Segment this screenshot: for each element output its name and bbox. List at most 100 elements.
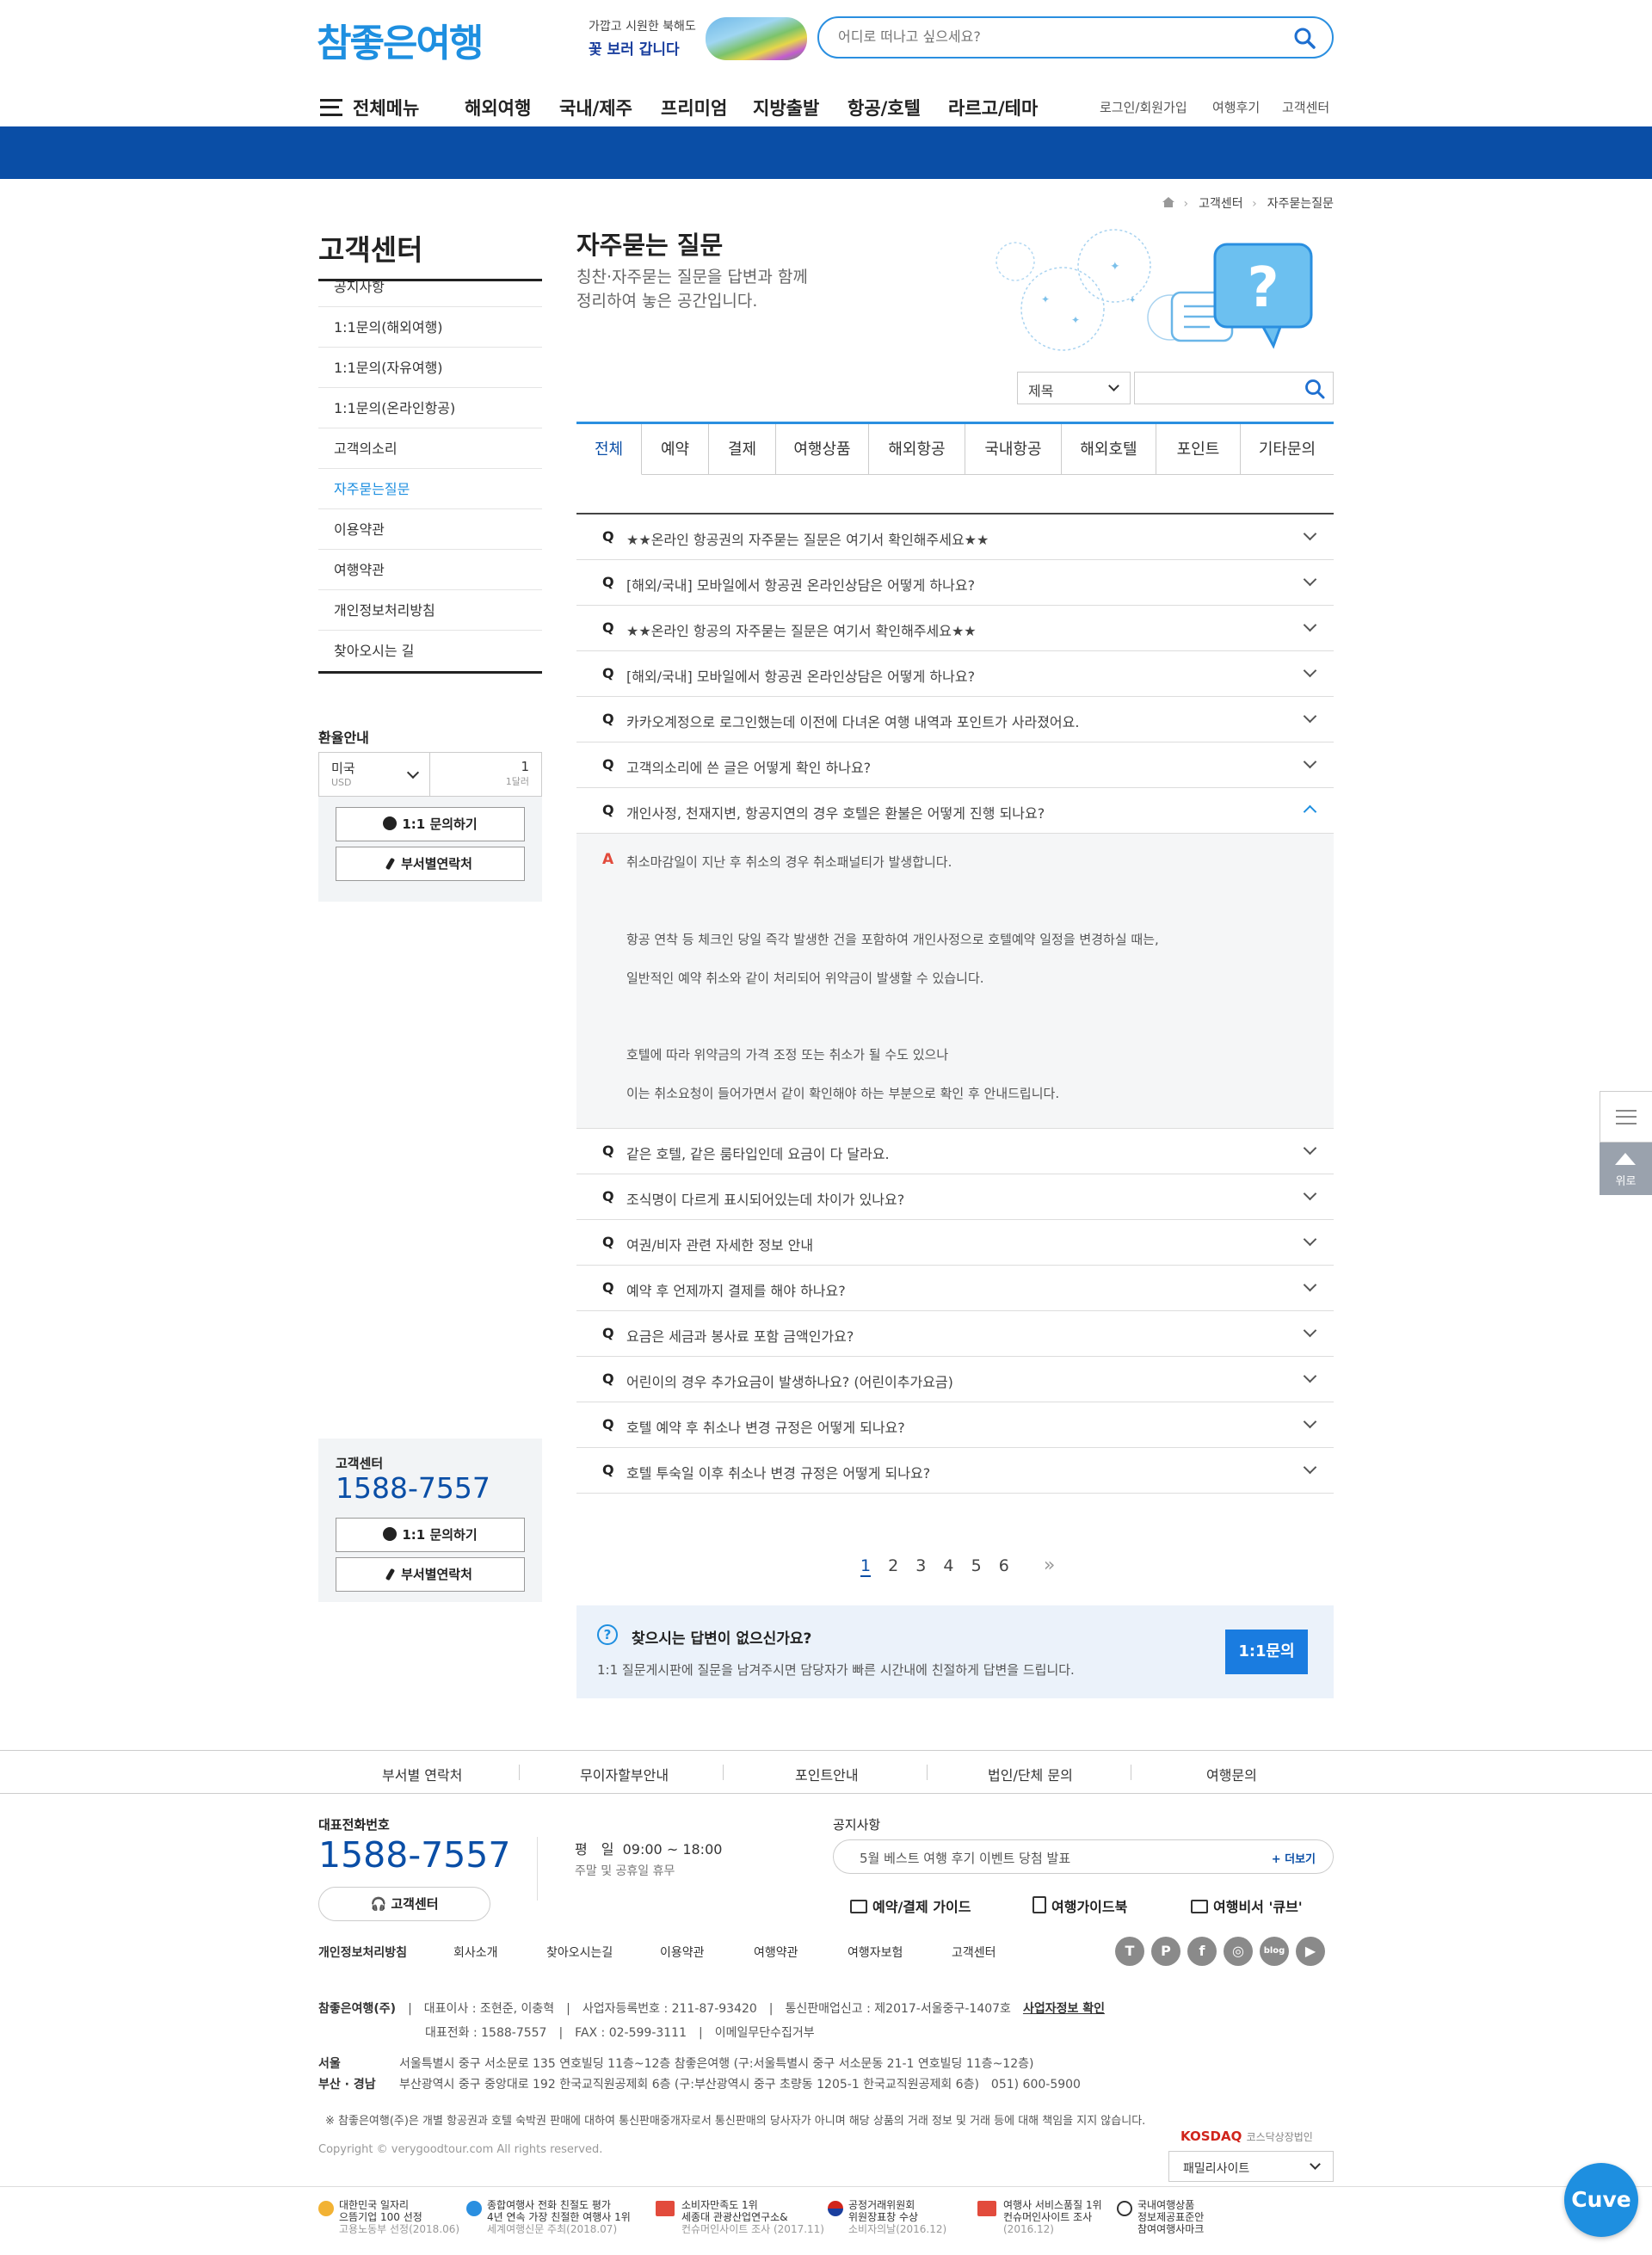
nav-largo-theme[interactable]: 라르고/테마: [948, 95, 1038, 120]
sidebar-item-directions[interactable]: 찾아오시는 길: [318, 631, 542, 671]
customer-center-link[interactable]: 고객센터: [1282, 98, 1329, 116]
faq-item[interactable]: Q 호텔 투숙일 이후 취소나 변경 규정은 어떻게 되나요?: [576, 1448, 1334, 1494]
nav-local-departure[interactable]: 지방출발: [753, 95, 819, 120]
faq-item[interactable]: Q 고객의소리에 쓴 글은 어떻게 확인 하나요?: [576, 742, 1334, 788]
faq-item[interactable]: Q ★★온라인 항공권의 자주묻는 질문은 여기서 확인해주세요★★: [576, 514, 1334, 560]
tab-overseas-air[interactable]: 해외항공: [869, 424, 965, 475]
rep-phone-label: 대표전화번호: [318, 1817, 390, 1833]
tab-domestic-air[interactable]: 국내항공: [965, 424, 1062, 475]
chat-bubble-icon: [1191, 1900, 1208, 1913]
family-site-select[interactable]: 패밀리사이트: [1168, 2151, 1334, 2182]
home-icon[interactable]: [1162, 197, 1175, 207]
award-icon: [977, 2201, 996, 2216]
facebook-icon[interactable]: f: [1187, 1937, 1217, 1966]
scroll-top-button[interactable]: 위로: [1600, 1143, 1652, 1195]
link-terms[interactable]: 이용약관: [660, 1944, 705, 1961]
main-search-input[interactable]: [838, 28, 1251, 45]
notice-more-link[interactable]: + 더보기: [1272, 1850, 1316, 1866]
nav-premium[interactable]: 프리미엄: [661, 95, 727, 120]
faq-item[interactable]: Q 어린이의 경우 추가요금이 발생하나요? (어린이추가요금): [576, 1357, 1334, 1402]
faq-item[interactable]: Q 조식명이 다르게 표시되어있는데 차이가 있나요?: [576, 1174, 1334, 1220]
link-company[interactable]: 회사소개: [453, 1944, 498, 1961]
page-link[interactable]: 6: [999, 1556, 1009, 1575]
footer-nav-contacts[interactable]: 부서별 연락처: [382, 1764, 462, 1784]
biz-info-link[interactable]: 사업자정보 확인: [1023, 2002, 1105, 2016]
tab-point[interactable]: 포인트: [1156, 424, 1241, 475]
footer-cc-button[interactable]: 🎧 고객센터: [318, 1887, 490, 1921]
faq-item[interactable]: Q [해외/국내] 모바일에서 항공권 온라인상담은 어떻게 하나요?: [576, 560, 1334, 606]
nav-air-hotel[interactable]: 항공/호텔: [848, 95, 921, 120]
inquiry-button[interactable]: 1:1 문의하기: [336, 1518, 525, 1552]
footer-nav-corporate[interactable]: 법인/단체 문의: [988, 1764, 1073, 1784]
inquiry-button[interactable]: 1:1 문의하기: [336, 807, 525, 841]
currency-select[interactable]: 미국 USD: [318, 752, 430, 797]
footer-phone: 대표전화 : 1588-7557: [425, 2026, 547, 2040]
cuve-chatbot-button[interactable]: Cuve: [1564, 2163, 1638, 2237]
faq-item-open[interactable]: Q 개인사정, 천재지변, 항공지연의 경우 호텔은 환불은 어떻게 진행 되나요…: [576, 788, 1334, 834]
guidebook-link[interactable]: 여행가이드북: [1032, 1895, 1127, 1916]
faq-item[interactable]: Q 예약 후 언제까지 결제를 해야 하나요?: [576, 1266, 1334, 1311]
faq-item[interactable]: Q 요금은 세금과 봉사료 포함 금액인가요?: [576, 1311, 1334, 1357]
link-customer-center[interactable]: 고객센터: [952, 1944, 996, 1961]
faq-item[interactable]: Q 카카오계정으로 로그인했는데 이전에 다녀온 여행 내역과 포인트가 사라졌어…: [576, 697, 1334, 742]
tab-overseas-hotel[interactable]: 해외호텔: [1062, 424, 1156, 475]
faq-item[interactable]: Q ★★온라인 항공의 자주묻는 질문은 여기서 확인해주세요★★: [576, 606, 1334, 651]
page-link[interactable]: 5: [971, 1556, 982, 1575]
quick-menu-button[interactable]: [1600, 1091, 1652, 1143]
tab-all[interactable]: 전체: [576, 424, 642, 475]
tab-payment[interactable]: 결제: [709, 424, 776, 475]
notice-text[interactable]: 5월 베스트 여행 후기 이벤트 당첨 발표: [860, 1849, 1070, 1867]
login-link[interactable]: 로그인/회원가입: [1100, 98, 1187, 116]
footer-nav-point[interactable]: 포인트안내: [795, 1764, 859, 1784]
link-insurance[interactable]: 여행자보험: [848, 1944, 903, 1961]
breadcrumb-item[interactable]: 자주묻는질문: [1267, 197, 1334, 211]
sidebar-item-privacy[interactable]: 개인정보처리방침: [318, 590, 542, 631]
link-privacy[interactable]: 개인정보처리방침: [318, 1944, 407, 1961]
search-icon[interactable]: [1304, 378, 1326, 400]
contact-button[interactable]: 부서별연락처: [336, 1557, 525, 1592]
page-link-current[interactable]: 1: [860, 1556, 872, 1577]
sidebar-item-inquiry-overseas[interactable]: 1:1문의(해외여행): [318, 307, 542, 348]
sidebar-item-notice[interactable]: 공지사항: [318, 267, 542, 307]
talk-icon[interactable]: T: [1115, 1937, 1144, 1966]
sidebar-item-travel-terms[interactable]: 여행약관: [318, 550, 542, 590]
post-icon[interactable]: P: [1151, 1937, 1180, 1966]
blog-icon[interactable]: blog: [1260, 1937, 1289, 1966]
payment-guide-link[interactable]: 예약/결제 가이드: [850, 1895, 971, 1916]
tab-reservation[interactable]: 예약: [642, 424, 709, 475]
tab-travel-product[interactable]: 여행상품: [776, 424, 869, 475]
faq-search-input[interactable]: [1142, 379, 1288, 395]
reviews-link[interactable]: 여행후기: [1212, 98, 1260, 116]
page-link[interactable]: 3: [915, 1556, 926, 1575]
promo-banner[interactable]: 가깝고 시원한 북해도 꽃 보러 갑니다: [589, 17, 812, 60]
search-icon[interactable]: [1292, 26, 1316, 50]
faq-item[interactable]: Q 같은 호텔, 같은 룸타입인데 요금이 다 달라요.: [576, 1129, 1334, 1174]
link-travel-terms[interactable]: 여행약관: [754, 1944, 798, 1961]
nav-overseas[interactable]: 해외여행: [465, 95, 531, 120]
breadcrumb-item[interactable]: 고객센터: [1199, 197, 1243, 211]
nav-domestic-jeju[interactable]: 국내/제주: [559, 95, 632, 120]
instagram-icon[interactable]: ◎: [1224, 1937, 1253, 1966]
site-logo[interactable]: 참좋은여행: [317, 12, 484, 67]
sidebar-item-voice[interactable]: 고객의소리: [318, 428, 542, 469]
footer-nav-travel-inquiry[interactable]: 여행문의: [1206, 1764, 1257, 1784]
link-directions[interactable]: 찾아오시는길: [546, 1944, 613, 1961]
sidebar-item-inquiry-free[interactable]: 1:1문의(자유여행): [318, 348, 542, 388]
tab-etc[interactable]: 기타문의: [1241, 424, 1334, 475]
all-menu-button[interactable]: 전체메뉴: [320, 95, 419, 120]
search-field-select[interactable]: 제목: [1017, 372, 1131, 404]
faq-item[interactable]: Q 호텔 예약 후 취소나 변경 규정은 어떻게 되나요?: [576, 1402, 1334, 1448]
inquiry-banner-button[interactable]: 1:1문의: [1225, 1630, 1308, 1674]
cuve-link[interactable]: 여행비서 '큐브': [1191, 1895, 1303, 1916]
contact-button[interactable]: 부서별연락처: [336, 847, 525, 881]
page-link[interactable]: 2: [888, 1556, 898, 1575]
sidebar-item-terms[interactable]: 이용약관: [318, 509, 542, 550]
faq-item[interactable]: Q [해외/국내] 모바일에서 항공권 온라인상담은 어떻게 하나요?: [576, 651, 1334, 697]
footer-nav-installment[interactable]: 무이자할부안내: [580, 1764, 669, 1784]
next-page-icon[interactable]: »: [1044, 1555, 1055, 1576]
sidebar-item-inquiry-air[interactable]: 1:1문의(온라인항공): [318, 388, 542, 428]
faq-item[interactable]: Q 여권/비자 관련 자세한 정보 안내: [576, 1220, 1334, 1266]
youtube-icon[interactable]: ▶: [1296, 1937, 1325, 1966]
sidebar-item-faq[interactable]: 자주묻는질문: [318, 469, 542, 509]
page-link[interactable]: 4: [943, 1556, 953, 1575]
